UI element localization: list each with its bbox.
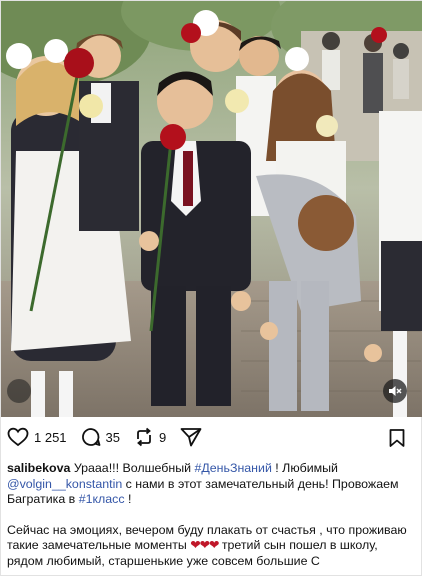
caption-text: ! Любимый: [271, 461, 338, 475]
bookmark-icon: [389, 429, 405, 447]
post-media[interactable]: [1, 1, 422, 417]
post-photo: [1, 1, 422, 417]
mention-link[interactable]: @volgin__konstantin: [7, 477, 122, 491]
comment-button[interactable]: 35: [81, 427, 120, 447]
repost-arrows-icon: [137, 427, 151, 447]
post-card: 1 251 35 9 salibekova Урааа!!! Волшебный…: [0, 0, 422, 576]
comment-bubble-icon: [81, 428, 100, 446]
caption-text: !: [124, 492, 132, 506]
mute-toggle-button[interactable]: [383, 379, 407, 403]
like-count: 1 251: [34, 429, 67, 445]
hashtag-link[interactable]: #ДеньЗнаний: [194, 461, 271, 475]
hashtag-link[interactable]: #1класс: [79, 492, 125, 506]
heart-outline-icon: [7, 427, 29, 447]
speaker-muted-icon: [389, 386, 402, 396]
like-button[interactable]: 1 251: [7, 427, 67, 447]
caption-username[interactable]: salibekova: [7, 461, 70, 475]
caption-paragraph-2: Сейчас на эмоциях, вечером буду плакать …: [7, 523, 417, 570]
repost-count: 9: [159, 429, 167, 445]
media-nav-left-button[interactable]: [7, 379, 31, 403]
save-button[interactable]: [389, 429, 405, 452]
send-paper-plane-icon: [180, 428, 202, 447]
post-caption: salibekova Урааа!!! Волшебный #ДеньЗнани…: [7, 461, 417, 576]
heart-emoji-icons: ❤❤❤: [190, 538, 219, 552]
caption-paragraph-1: salibekova Урааа!!! Волшебный #ДеньЗнани…: [7, 461, 417, 508]
share-button[interactable]: [180, 427, 202, 447]
repost-button[interactable]: 9: [134, 427, 166, 447]
post-action-bar: 1 251 35 9: [1, 417, 422, 457]
comment-count: 35: [105, 429, 121, 445]
caption-text: Урааа!!! Волшебный: [70, 461, 195, 475]
